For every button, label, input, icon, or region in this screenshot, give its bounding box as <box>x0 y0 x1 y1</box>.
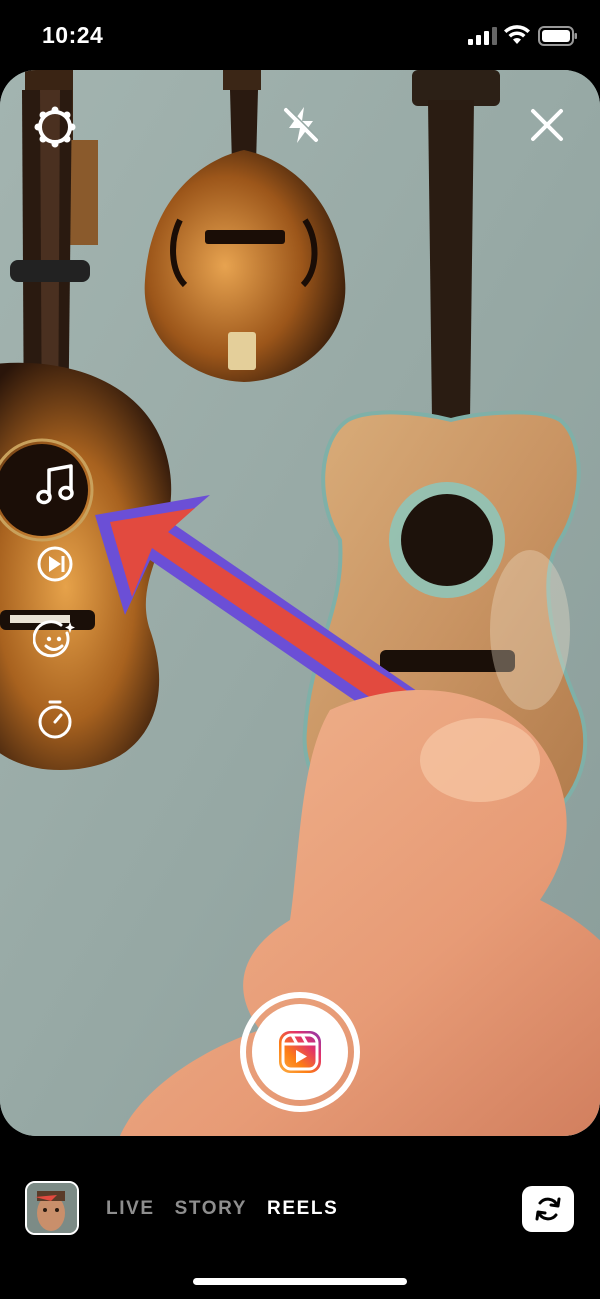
status-bar: 10:24 <box>0 0 600 70</box>
timer-button[interactable] <box>30 694 80 744</box>
close-button[interactable] <box>522 100 572 150</box>
battery-icon <box>538 26 577 46</box>
gallery-thumbnail[interactable] <box>25 1181 79 1235</box>
tab-live[interactable]: LIVE <box>106 1198 155 1220</box>
flash-toggle-button[interactable] <box>276 100 326 150</box>
cellular-signal-icon <box>468 27 497 45</box>
wifi-icon <box>504 25 530 44</box>
settings-button[interactable] <box>30 102 80 152</box>
flash-off-icon <box>284 107 319 143</box>
effects-button[interactable] <box>30 616 80 666</box>
tab-story[interactable]: STORY <box>175 1198 247 1220</box>
music-button[interactable] <box>30 460 80 510</box>
camera-viewport[interactable] <box>0 70 600 1136</box>
home-indicator <box>193 1278 407 1285</box>
speed-button[interactable] <box>30 539 80 589</box>
status-time: 10:24 <box>42 22 104 48</box>
reels-icon <box>279 1031 321 1073</box>
gear-icon <box>34 106 76 148</box>
shutter-inner <box>252 1004 348 1100</box>
mode-tabs: LIVE STORY REELS <box>106 1198 338 1220</box>
timer-icon <box>38 700 72 739</box>
bottom-bar: LIVE STORY REELS <box>0 1136 600 1299</box>
camera-flip-icon <box>535 1197 561 1221</box>
tab-reels[interactable]: REELS <box>267 1198 338 1220</box>
flip-camera-button[interactable] <box>522 1186 574 1232</box>
close-icon <box>531 109 563 141</box>
play-speed-icon <box>37 546 73 582</box>
face-effects-icon <box>33 620 75 658</box>
recent-media-thumbnail <box>27 1183 77 1233</box>
record-reel-button[interactable] <box>240 992 360 1112</box>
music-note-icon <box>36 464 74 505</box>
camera-preview <box>0 70 600 1136</box>
